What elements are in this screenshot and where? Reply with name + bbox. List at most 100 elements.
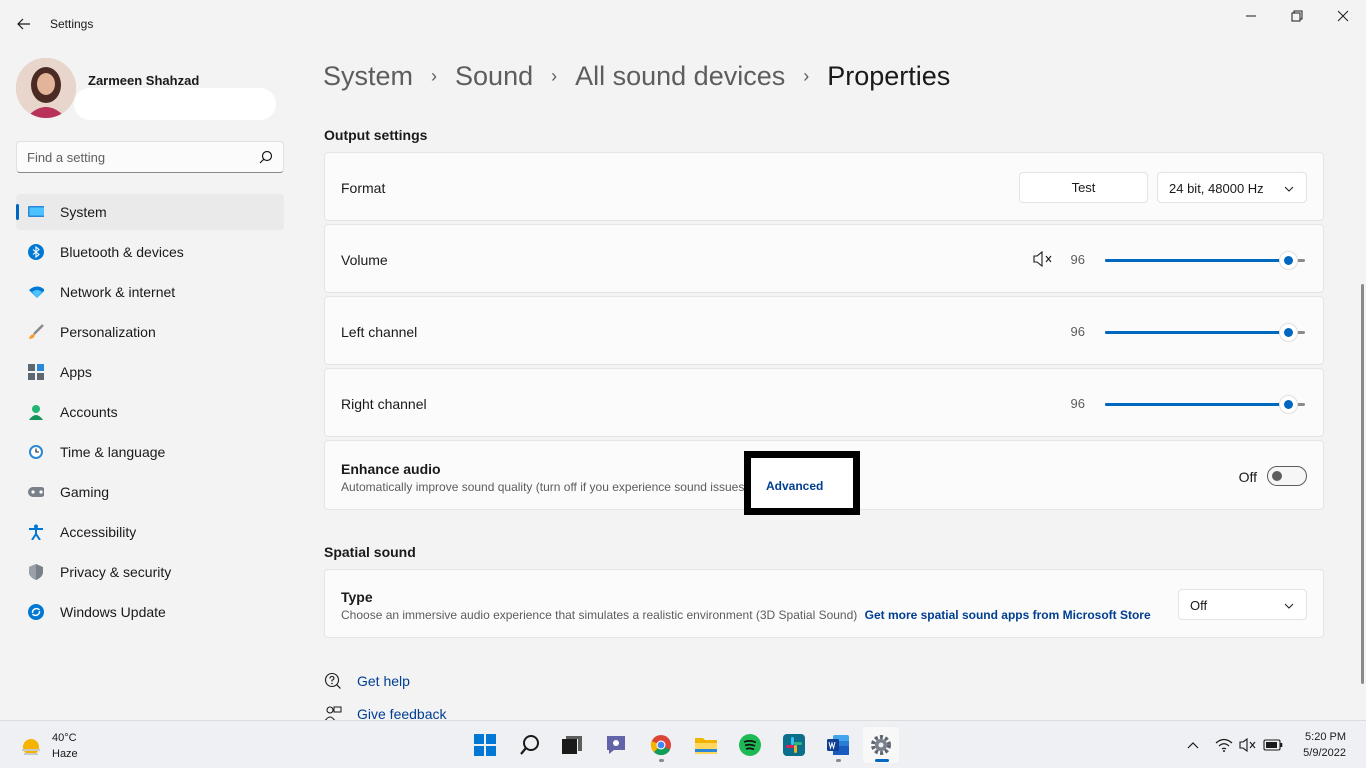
search-input[interactable] bbox=[27, 142, 247, 172]
spatial-type-description: Choose an immersive audio experience tha… bbox=[341, 608, 1151, 622]
right-channel-label: Right channel bbox=[341, 396, 427, 412]
system-icon bbox=[28, 204, 44, 220]
taskbar-chrome-button[interactable] bbox=[643, 727, 679, 763]
help-icon bbox=[324, 672, 341, 689]
format-dropdown[interactable]: 24 bit, 48000 Hz bbox=[1157, 172, 1307, 203]
breadcrumb-system[interactable]: System bbox=[323, 61, 413, 92]
slider-thumb[interactable] bbox=[1279, 395, 1299, 414]
avatar bbox=[16, 58, 76, 118]
left-channel-slider[interactable] bbox=[1105, 323, 1305, 342]
slack-icon bbox=[783, 734, 805, 756]
advanced-link[interactable]: Advanced bbox=[766, 479, 823, 493]
sidebar-item-windows-update[interactable]: Windows Update bbox=[16, 594, 284, 630]
wifi-icon bbox=[28, 284, 44, 300]
taskbar-word-button[interactable] bbox=[820, 727, 856, 763]
search-box[interactable] bbox=[16, 141, 284, 173]
breadcrumb-separator: › bbox=[551, 65, 558, 86]
left-channel-label: Left channel bbox=[341, 324, 418, 340]
taskbar-settings-button[interactable] bbox=[863, 727, 899, 763]
test-button[interactable]: Test bbox=[1019, 172, 1148, 203]
sidebar-item-accounts[interactable]: Accounts bbox=[16, 394, 284, 430]
sidebar-item-accessibility[interactable]: Accessibility bbox=[16, 514, 284, 550]
taskbar-search-button[interactable] bbox=[512, 727, 548, 763]
minimize-button[interactable] bbox=[1228, 0, 1274, 32]
task-view-icon bbox=[562, 736, 582, 754]
user-profile[interactable]: Zarmeen Shahzad bbox=[16, 58, 286, 120]
sidebar-item-system[interactable]: System bbox=[16, 194, 284, 230]
sidebar-item-apps[interactable]: Apps bbox=[16, 354, 284, 390]
chevron-down-icon bbox=[1284, 603, 1294, 609]
taskbar-teams-chat-button[interactable] bbox=[598, 727, 634, 763]
spatial-description-text: Choose an immersive audio experience tha… bbox=[341, 608, 858, 622]
sidebar-item-time-language[interactable]: Time & language bbox=[16, 434, 284, 470]
toggle-knob bbox=[1272, 471, 1282, 481]
sidebar-item-privacy[interactable]: Privacy & security bbox=[16, 554, 284, 590]
breadcrumb-sound[interactable]: Sound bbox=[455, 61, 533, 92]
taskbar-spotify-button[interactable] bbox=[732, 727, 768, 763]
weather-temperature: 40°C bbox=[52, 732, 77, 744]
tray-volume[interactable] bbox=[1238, 736, 1258, 754]
left-channel-value: 96 bbox=[1070, 324, 1085, 339]
restore-icon bbox=[1291, 10, 1303, 22]
page-title: Properties bbox=[827, 60, 951, 91]
enhance-audio-toggle[interactable] bbox=[1267, 466, 1307, 486]
get-help-link[interactable]: Get help bbox=[357, 673, 410, 689]
back-button[interactable] bbox=[12, 12, 36, 36]
sidebar-item-label: Privacy & security bbox=[60, 564, 172, 580]
sidebar-item-label: Accounts bbox=[60, 404, 118, 420]
format-dropdown-value: 24 bit, 48000 Hz bbox=[1169, 181, 1264, 196]
taskbar-start-button[interactable] bbox=[467, 727, 503, 763]
maximize-button[interactable] bbox=[1274, 0, 1320, 32]
sidebar-item-personalization[interactable]: Personalization bbox=[16, 314, 284, 350]
sidebar-item-label: Bluetooth & devices bbox=[60, 244, 184, 260]
scrollbar[interactable] bbox=[1361, 284, 1364, 684]
left-channel-slider-row: 96 bbox=[1067, 322, 1307, 342]
breadcrumb: System › Sound › All sound devices › Pro… bbox=[323, 58, 950, 94]
volume-slider[interactable] bbox=[1105, 251, 1305, 270]
active-indicator bbox=[875, 759, 889, 762]
speaker-mute-icon[interactable] bbox=[1033, 251, 1053, 267]
settings-icon bbox=[871, 735, 891, 755]
left-channel-card: Left channel 96 bbox=[324, 296, 1324, 365]
slider-thumb[interactable] bbox=[1279, 251, 1299, 270]
tray-battery[interactable] bbox=[1263, 736, 1283, 754]
taskbar-clock[interactable]: 5:20 PM 5/9/2022 bbox=[1303, 729, 1346, 761]
bluetooth-icon bbox=[28, 244, 44, 260]
taskbar-slack-button[interactable] bbox=[776, 727, 812, 763]
sidebar-nav: System Bluetooth & devices Network & int… bbox=[16, 194, 284, 634]
right-channel-slider[interactable] bbox=[1105, 395, 1305, 414]
breadcrumb-all-sound-devices[interactable]: All sound devices bbox=[575, 61, 785, 92]
taskbar-task-view-button[interactable] bbox=[554, 727, 590, 763]
show-hidden-icons-button[interactable] bbox=[1183, 736, 1203, 754]
volume-value: 96 bbox=[1070, 252, 1085, 267]
spatial-sound-heading: Spatial sound bbox=[324, 544, 416, 560]
volume-card: Volume 96 bbox=[324, 224, 1324, 293]
enhance-audio-description: Automatically improve sound quality (tur… bbox=[341, 480, 749, 494]
spatial-dropdown-value: Off bbox=[1190, 598, 1208, 613]
search-icon[interactable] bbox=[259, 150, 273, 164]
chevron-up-icon bbox=[1187, 742, 1199, 749]
accessibility-icon bbox=[28, 524, 44, 540]
tray-wifi[interactable] bbox=[1214, 736, 1234, 754]
slider-thumb[interactable] bbox=[1279, 323, 1299, 342]
teams-chat-icon bbox=[607, 736, 625, 754]
weather-widget[interactable]: 40°C Haze bbox=[20, 730, 140, 762]
window-title: Settings bbox=[50, 17, 94, 31]
accounts-icon bbox=[28, 404, 44, 420]
spatial-type-dropdown[interactable]: Off bbox=[1178, 589, 1307, 620]
title-bar: Settings bbox=[0, 0, 1366, 48]
get-help-row[interactable]: Get help bbox=[324, 671, 410, 691]
chevron-down-icon bbox=[1284, 186, 1294, 192]
microsoft-store-link[interactable]: Get more spatial sound apps from Microso… bbox=[865, 608, 1151, 622]
format-label: Format bbox=[341, 180, 386, 196]
slider-fill bbox=[1105, 403, 1289, 406]
close-button[interactable] bbox=[1320, 0, 1366, 32]
redacted-email bbox=[74, 88, 276, 120]
clock-date: 5/9/2022 bbox=[1303, 747, 1346, 759]
sidebar-item-bluetooth[interactable]: Bluetooth & devices bbox=[16, 234, 284, 270]
taskbar-file-explorer-button[interactable] bbox=[688, 727, 724, 763]
right-channel-slider-row: 96 bbox=[1067, 394, 1307, 414]
sidebar-item-gaming[interactable]: Gaming bbox=[16, 474, 284, 510]
weather-condition: Haze bbox=[52, 748, 78, 760]
sidebar-item-network[interactable]: Network & internet bbox=[16, 274, 284, 310]
